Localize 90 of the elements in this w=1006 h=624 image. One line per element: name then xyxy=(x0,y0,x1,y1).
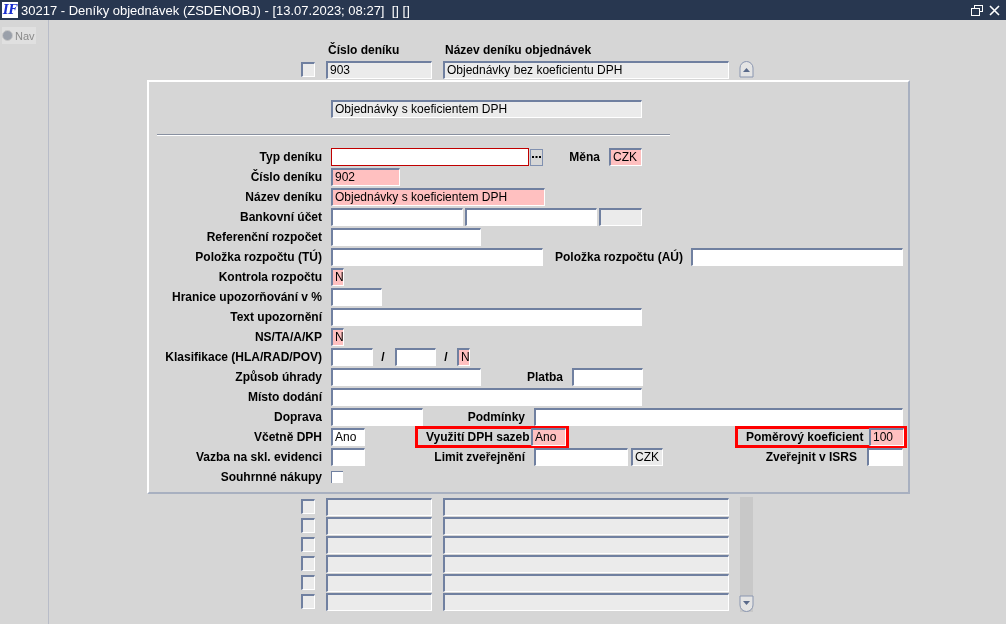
field-label: Referenční rozpočet xyxy=(205,230,322,244)
field-label: Souhrnné nákupy xyxy=(219,470,322,484)
checkbox[interactable] xyxy=(331,471,343,483)
field-label: Název deníku xyxy=(244,190,322,204)
field-label: Měna xyxy=(568,150,600,164)
input-field[interactable] xyxy=(599,208,642,226)
journal-number-field[interactable]: 903 xyxy=(326,60,432,79)
field-label: Poměrový koeficient xyxy=(746,430,864,444)
field-label: Bankovní účet xyxy=(238,210,322,224)
journal-number-field[interactable] xyxy=(326,573,432,592)
journal-number-field[interactable] xyxy=(326,554,432,573)
input-field[interactable]: 902 xyxy=(331,168,400,186)
field-label: Způsob úhrady xyxy=(234,370,322,384)
field-label: Vazba na skl. evidenci xyxy=(194,450,322,464)
field-label: Včetně DPH xyxy=(252,430,322,444)
window-title: 30217 - Deníky objednávek (ZSDENOBJ) - [13.07.2023; 08:27] [] [] xyxy=(21,2,410,18)
input-field[interactable]: CZK xyxy=(631,448,663,466)
record-indicator[interactable] xyxy=(301,62,315,77)
input-field[interactable] xyxy=(331,308,642,326)
journal-number-field[interactable] xyxy=(326,592,432,611)
input-field[interactable] xyxy=(331,448,365,466)
input-field[interactable] xyxy=(331,208,463,226)
record-indicator[interactable] xyxy=(301,575,315,590)
journal-name-field[interactable]: Objednávky bez koeficientu DPH xyxy=(443,60,729,79)
input-field[interactable]: N xyxy=(331,328,344,346)
input-field[interactable] xyxy=(395,348,436,366)
input-field[interactable] xyxy=(691,248,903,266)
field-label: Číslo deníku xyxy=(249,170,322,184)
list-of-values-button[interactable] xyxy=(530,148,543,166)
input-field[interactable] xyxy=(331,288,382,306)
column-header: Číslo deníku xyxy=(328,43,401,59)
field-label: Hranice upozorňování v % xyxy=(170,290,322,304)
input-field[interactable]: N xyxy=(331,268,344,286)
record-indicator[interactable] xyxy=(301,556,315,571)
scroll-down-button[interactable] xyxy=(739,595,754,612)
restore-icon[interactable] xyxy=(971,4,983,16)
scrollbar[interactable] xyxy=(739,497,754,612)
input-field[interactable] xyxy=(534,408,903,426)
input-field[interactable]: Ano xyxy=(331,428,365,446)
journal-name-field[interactable] xyxy=(443,516,729,535)
field-label: NS/TA/A/KP xyxy=(253,330,322,344)
field-label: Text upozornění xyxy=(229,310,322,324)
journal-name-field[interactable] xyxy=(443,573,729,592)
input-field[interactable] xyxy=(331,368,481,386)
input-field[interactable] xyxy=(331,348,373,366)
record-indicator[interactable] xyxy=(301,499,315,514)
field-label: Využití DPH sazeb xyxy=(426,430,530,444)
input-field[interactable]: N xyxy=(457,348,470,366)
scroll-up-button[interactable] xyxy=(739,61,754,78)
input-field[interactable]: Objednávky s koeficientem DPH xyxy=(331,188,545,206)
journal-number-field[interactable] xyxy=(326,516,432,535)
separator-text: / xyxy=(443,350,449,364)
record-indicator[interactable] xyxy=(301,518,315,533)
journal-name-field[interactable] xyxy=(443,592,729,611)
journal-name-field[interactable] xyxy=(443,554,729,573)
column-header: Název deníku objednávek xyxy=(445,43,593,59)
input-field[interactable] xyxy=(465,208,597,226)
field-label: Platba xyxy=(526,370,563,384)
journal-name-field[interactable]: Objednávky s koeficientem DPH xyxy=(331,100,642,118)
journal-number-field[interactable] xyxy=(326,497,432,516)
field-label: Typ deníku xyxy=(258,150,322,164)
journal-number-field[interactable] xyxy=(326,535,432,554)
input-field[interactable] xyxy=(867,448,903,466)
input-field[interactable] xyxy=(331,248,543,266)
journal-name-field[interactable] xyxy=(443,535,729,554)
field-label: Položka rozpočtu (TÚ) xyxy=(194,250,322,264)
record-indicator[interactable] xyxy=(301,537,315,552)
ellipsis-icon xyxy=(532,155,541,159)
input-field[interactable]: 100 xyxy=(869,428,904,446)
record-indicator[interactable] xyxy=(301,594,315,609)
field-label: Kontrola rozpočtu xyxy=(217,270,322,284)
separator-text: / xyxy=(380,350,386,364)
input-field[interactable] xyxy=(331,148,529,166)
field-label: Položka rozpočtu (AÚ) xyxy=(554,250,683,264)
field-label: Místo dodání xyxy=(247,390,322,404)
input-field[interactable] xyxy=(534,448,628,466)
close-icon[interactable] xyxy=(989,4,1000,16)
field-label: Podmínky xyxy=(466,410,525,424)
input-field[interactable] xyxy=(331,408,423,426)
field-label: Klasifikace (HLA/RAD/POV) xyxy=(164,350,322,364)
input-field[interactable]: Ano xyxy=(531,428,566,446)
input-field[interactable] xyxy=(331,228,481,246)
field-label: Doprava xyxy=(272,410,322,424)
field-label: Limit zveřejnění xyxy=(433,450,525,464)
field-label: Zveřejnit v ISRS xyxy=(764,450,857,464)
input-field[interactable] xyxy=(572,368,643,386)
journal-name-field[interactable] xyxy=(443,497,729,516)
input-field[interactable] xyxy=(331,388,642,406)
input-field[interactable]: CZK xyxy=(609,148,642,166)
app-logo: IF xyxy=(2,2,18,18)
